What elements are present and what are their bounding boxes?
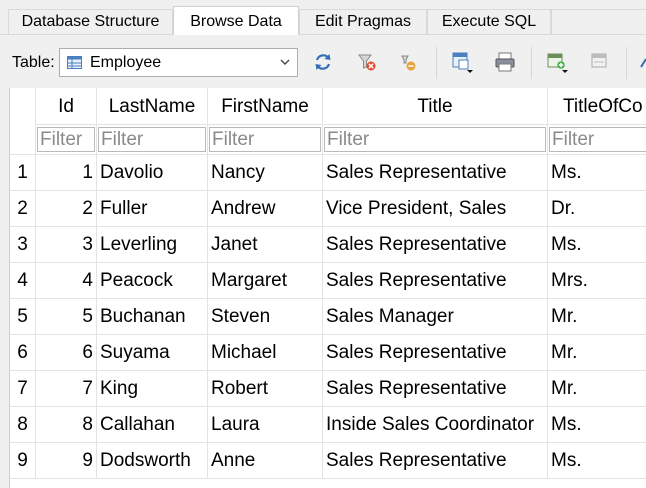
table-row[interactable]: 6 Suyama Michael Sales Representative Mr. (10, 335, 646, 371)
cell-title[interactable]: Sales Representative (323, 155, 548, 191)
delete-filter-icon[interactable] (398, 51, 420, 73)
table-icon (67, 56, 82, 69)
cell-title[interactable]: Sales Manager (323, 299, 548, 335)
table-row[interactable]: 7 King Robert Sales Representative Mr. (10, 371, 646, 407)
cell-id[interactable]: 8 (36, 407, 97, 443)
cell-id[interactable]: 4 (36, 263, 97, 299)
column-header-firstname[interactable]: FirstName (208, 88, 323, 125)
cell-title[interactable]: Sales Representative (323, 371, 548, 407)
tab-bar: Database Structure Browse Data Edit Prag… (0, 0, 646, 35)
table-row[interactable]: 2 Fuller Andrew Vice President, Sales Dr. (10, 191, 646, 227)
filter-cell: Filter (548, 125, 646, 155)
cell-lastname[interactable]: Peacock (97, 263, 208, 299)
cell-id[interactable]: 3 (36, 227, 97, 263)
toolbar-separator (531, 47, 532, 79)
tab-database-structure[interactable]: Database Structure (8, 9, 173, 34)
table-select-value: Employee (90, 54, 162, 71)
cell-title[interactable]: Vice President, Sales (323, 191, 548, 227)
cell-title[interactable]: Sales Representative (323, 443, 548, 479)
cell-id[interactable]: 6 (36, 335, 97, 371)
cell-titleofcourtesy[interactable]: Mr. (548, 299, 646, 335)
cell-lastname[interactable]: Buchanan (97, 299, 208, 335)
filter-input-titleofcourtesy[interactable]: Filter (549, 127, 646, 152)
cell-firstname[interactable]: Laura (208, 407, 323, 443)
cell-firstname[interactable]: Robert (208, 371, 323, 407)
cell-lastname[interactable]: Callahan (97, 407, 208, 443)
toolbar-separator (626, 47, 627, 79)
save-table-icon[interactable] (451, 51, 473, 73)
cell-lastname[interactable]: Davolio (97, 155, 208, 191)
table-label: Table: (12, 54, 55, 71)
print-icon[interactable] (494, 51, 516, 73)
table-select[interactable]: Employee (59, 48, 298, 77)
cell-lastname[interactable]: King (97, 371, 208, 407)
column-header-id[interactable]: Id (36, 88, 97, 125)
filter-cell: Filter (97, 125, 208, 155)
cell-titleofcourtesy[interactable]: Ms. (548, 155, 646, 191)
filter-cell: Filter (323, 125, 548, 155)
insert-record-icon[interactable] (546, 51, 568, 73)
cell-title[interactable]: Sales Representative (323, 263, 548, 299)
cell-title[interactable]: Inside Sales Coordinator (323, 407, 548, 443)
table-row[interactable]: 5 Buchanan Steven Sales Manager Mr. (10, 299, 646, 335)
cell-lastname[interactable]: Dodsworth (97, 443, 208, 479)
filter-cell: Filter (36, 125, 97, 155)
cell-id[interactable]: 2 (36, 191, 97, 227)
cell-lastname[interactable]: Suyama (97, 335, 208, 371)
filter-input-lastname[interactable]: Filter (98, 127, 206, 152)
column-header-title[interactable]: Title (323, 88, 548, 125)
filter-input-id[interactable]: Filter (37, 127, 95, 152)
cell-titleofcourtesy[interactable]: Mr. (548, 371, 646, 407)
cell-id[interactable]: 1 (36, 155, 97, 191)
tab-edit-pragmas[interactable]: Edit Pragmas (299, 9, 427, 34)
table-row[interactable]: 1 Davolio Nancy Sales Representative Ms. (10, 155, 646, 191)
data-grid: Id LastName FirstName Title TitleOfCo Fi… (9, 88, 646, 488)
chevron-down-icon[interactable] (280, 58, 290, 66)
cell-title[interactable]: Sales Representative (323, 335, 548, 371)
cell-firstname[interactable]: Steven (208, 299, 323, 335)
filter-input-firstname[interactable]: Filter (209, 127, 321, 152)
cell-firstname[interactable]: Andrew (208, 191, 323, 227)
header-row: Id LastName FirstName Title TitleOfCo (10, 88, 646, 125)
filter-row: Filter Filter Filter Filter Filter (10, 125, 646, 155)
cell-titleofcourtesy[interactable]: Ms. (548, 407, 646, 443)
cell-titleofcourtesy[interactable]: Ms. (548, 443, 646, 479)
delete-record-icon[interactable] (589, 51, 611, 73)
toolbar: Table: Employee (0, 35, 646, 88)
overflow-icon[interactable] (637, 51, 646, 73)
clear-filters-icon[interactable] (356, 51, 378, 73)
refresh-icon[interactable] (312, 51, 334, 73)
table-row[interactable]: 4 Peacock Margaret Sales Representative Mrs. (10, 263, 646, 299)
cell-firstname[interactable]: Michael (208, 335, 323, 371)
cell-firstname[interactable]: Anne (208, 443, 323, 479)
cell-firstname[interactable]: Margaret (208, 263, 323, 299)
filter-input-title[interactable]: Filter (324, 127, 546, 152)
table-row[interactable]: 9 Dodsworth Anne Sales Representative Ms. (10, 443, 646, 479)
cell-lastname[interactable]: Fuller (97, 191, 208, 227)
cell-firstname[interactable]: Nancy (208, 155, 323, 191)
toolbar-separator (436, 47, 437, 79)
cell-titleofcourtesy[interactable]: Mr. (548, 335, 646, 371)
column-header-lastname[interactable]: LastName (97, 88, 208, 125)
cell-titleofcourtesy[interactable]: Ms. (548, 227, 646, 263)
cell-title[interactable]: Sales Representative (323, 227, 548, 263)
cell-id[interactable]: 5 (36, 299, 97, 335)
cell-id[interactable]: 9 (36, 443, 97, 479)
tab-overflow (551, 9, 646, 34)
table-row[interactable]: 8 Callahan Laura Inside Sales Coordinator Ms… (10, 407, 646, 443)
cell-id[interactable]: 7 (36, 371, 97, 407)
tab-execute-sql[interactable]: Execute SQL (427, 9, 551, 34)
tab-browse-data[interactable]: Browse Data (173, 6, 299, 35)
filter-cell: Filter (208, 125, 323, 155)
table-row[interactable]: 3 Leverling Janet Sales Representative Ms. (10, 227, 646, 263)
cell-lastname[interactable]: Leverling (97, 227, 208, 263)
cell-titleofcourtesy[interactable]: Dr. (548, 191, 646, 227)
cell-titleofcourtesy[interactable]: Mrs. (548, 263, 646, 299)
cell-firstname[interactable]: Janet (208, 227, 323, 263)
column-header-titleofcourtesy[interactable]: TitleOfCo (548, 88, 646, 125)
